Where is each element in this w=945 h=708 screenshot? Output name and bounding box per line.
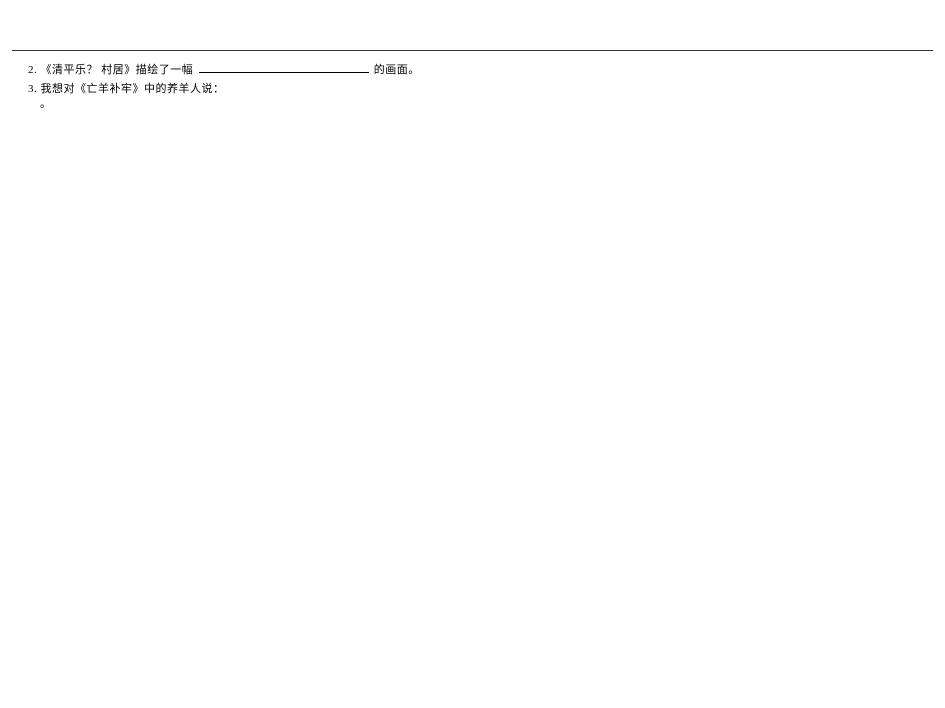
question-2-text-before: 《清平乐	[41, 64, 87, 76]
fill-blank-1	[199, 60, 369, 73]
question-2-text-mid: 村居》描绘了一幅	[98, 64, 193, 76]
question-3-period: 。	[40, 98, 52, 110]
question-3-text: 我想对《亡羊补牢》中的养羊人说：	[41, 83, 225, 95]
question-3-number: 3.	[28, 80, 37, 100]
page-content: 2. 《清平乐？ 村居》描绘了一幅 的画面。 3. 我想对《亡羊补牢》中的养羊人…	[0, 0, 945, 80]
question-mark-icon: ？	[87, 64, 99, 76]
question-3-continuation: 。	[40, 95, 52, 115]
question-2-number: 2.	[28, 61, 37, 81]
question-2-text-after: 的画面。	[374, 64, 420, 76]
question-2: 2. 《清平乐？ 村居》描绘了一幅 的画面。	[28, 60, 420, 81]
question-3: 3. 我想对《亡羊补牢》中的养羊人说：	[28, 80, 225, 100]
divider-line	[12, 50, 933, 51]
